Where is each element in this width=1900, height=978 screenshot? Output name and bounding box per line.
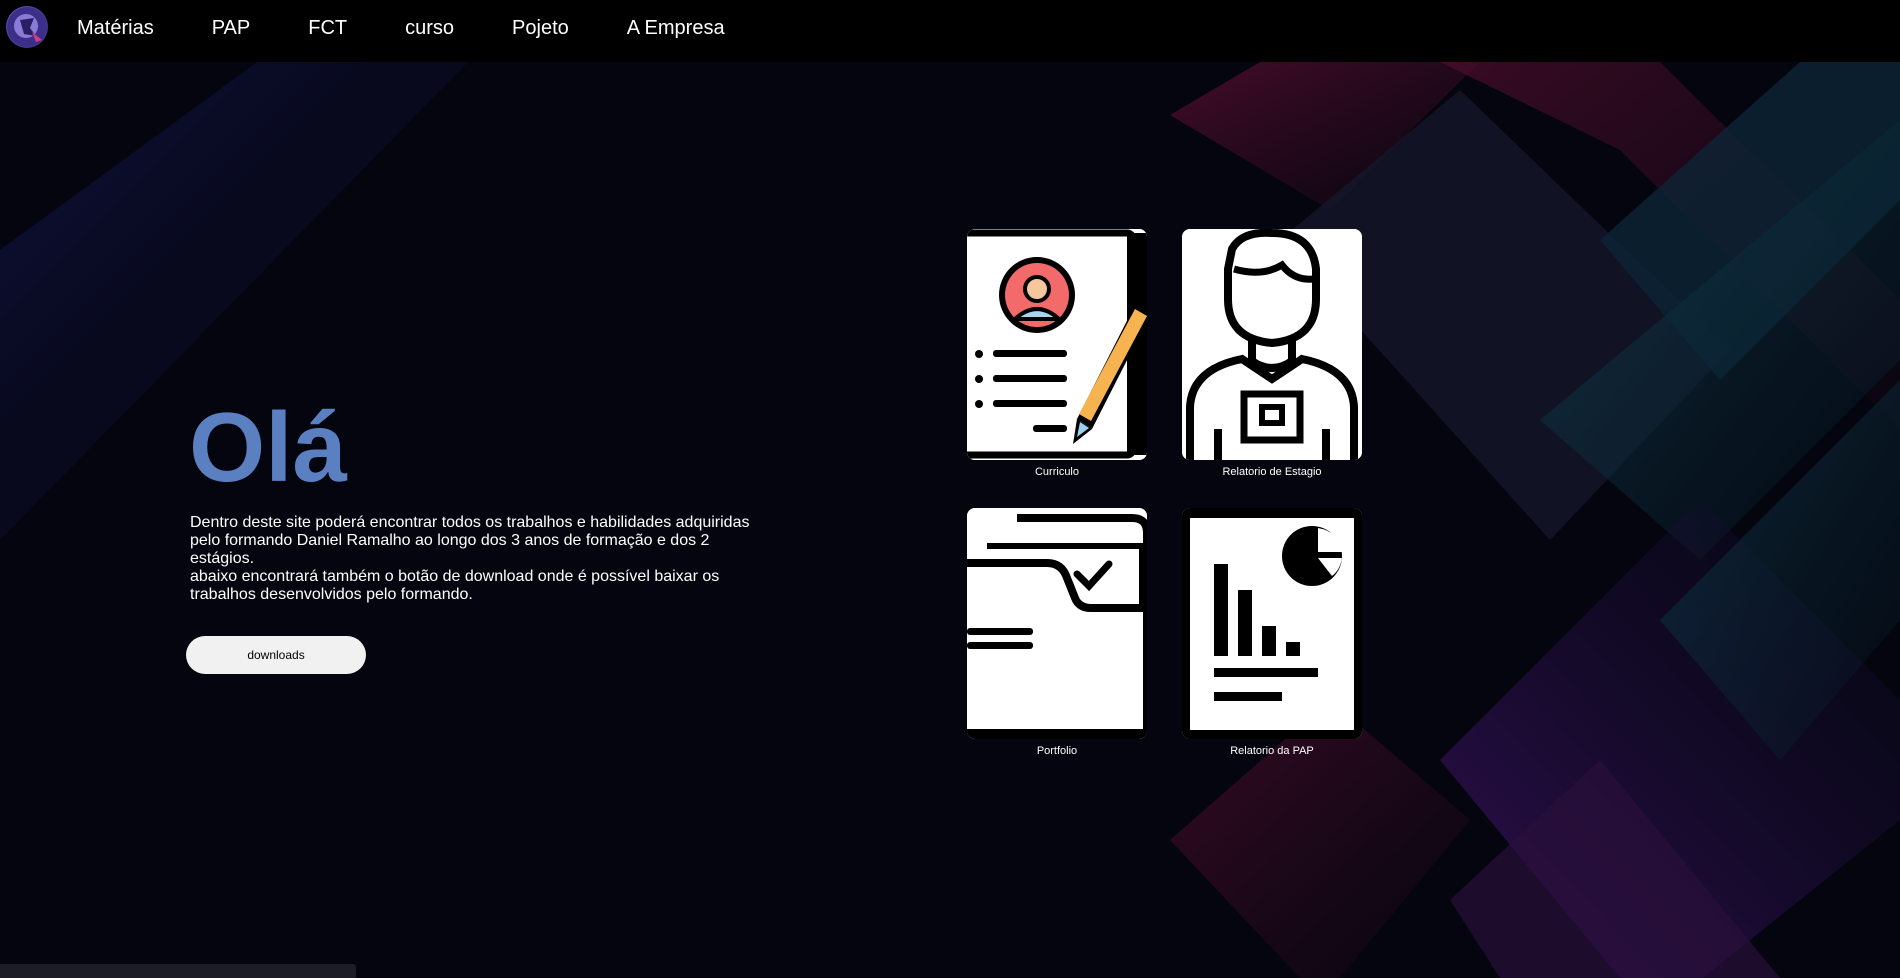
logo-emblem-icon: [7, 7, 47, 47]
card-relatorio-estagio[interactable]: Relatorio de Estagio: [1182, 229, 1362, 479]
card-image-curriculo: [967, 229, 1147, 460]
top-navbar: Matérias PAP FCT curso Pojeto A Empresa: [0, 0, 1900, 62]
hero-paragraph-download: abaixo encontrará também o botão de down…: [190, 568, 720, 603]
site-logo[interactable]: [6, 6, 48, 48]
card-label-portfolio: Portfolio: [1036, 745, 1078, 757]
card-label-curriculo: Curriculo: [1034, 466, 1079, 478]
card-label-relatorio-estagio: Relatorio de Estagio: [1222, 466, 1322, 478]
hero-paragraph-intro: Dentro deste site poderá encontrar todos…: [190, 514, 750, 567]
nav-item-fct[interactable]: FCT: [308, 17, 347, 40]
card-image-portfolio: [967, 508, 1147, 739]
card-relatorio-pap[interactable]: Relatorio da PAP: [1182, 508, 1362, 758]
browser-status-bar: [0, 964, 356, 978]
hero-title: Olá: [189, 392, 347, 502]
downloads-button[interactable]: downloads: [186, 636, 366, 674]
report-chart-icon: [1182, 508, 1362, 739]
nav-item-pojeto[interactable]: Pojeto: [512, 17, 569, 40]
card-label-relatorio-pap: Relatorio da PAP: [1230, 745, 1314, 757]
nav-item-a-empresa[interactable]: A Empresa: [627, 17, 725, 40]
nav-item-materias[interactable]: Matérias: [77, 17, 154, 40]
card-image-relatorio-estagio: [1182, 229, 1362, 460]
page: Matérias PAP FCT curso Pojeto A Empresa …: [0, 0, 1900, 978]
hero-description: Dentro deste site poderá encontrar todos…: [190, 514, 770, 604]
nav-menu: Matérias PAP FCT curso Pojeto A Empresa: [77, 0, 783, 56]
card-curriculo[interactable]: Curriculo: [967, 229, 1147, 479]
nav-item-pap[interactable]: PAP: [212, 17, 251, 40]
folder-check-icon: [967, 508, 1147, 739]
card-portfolio[interactable]: Portfolio: [967, 508, 1147, 758]
employee-badge-icon: [1182, 229, 1362, 460]
nav-item-curso[interactable]: curso: [405, 17, 454, 40]
resume-icon: [967, 229, 1147, 460]
card-image-relatorio-pap: [1182, 508, 1362, 739]
